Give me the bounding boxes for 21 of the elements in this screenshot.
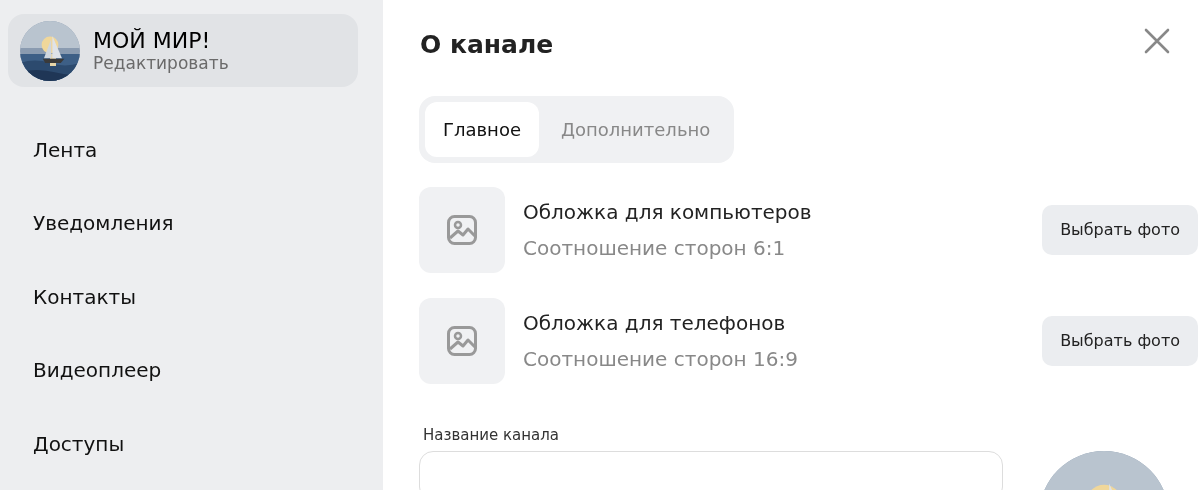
cover-title: Обложка для компьютеров [523,198,812,226]
choose-photo-button[interactable]: Выбрать фото [1042,315,1198,366]
sidebar-item[interactable]: Лента [8,113,358,187]
cover-hint: Соотношение сторон 6:1 [523,234,787,262]
sidebar-item[interactable]: Видеоплеер [8,333,358,407]
close-icon[interactable] [1144,28,1170,54]
profile-name: МОЙ МИР! [93,27,212,53]
choose-photo-button[interactable]: Выбрать фото [1042,204,1198,255]
input-field[interactable] [419,451,1003,490]
image-icon [446,324,478,357]
image-icon [446,213,478,246]
sidebar-item[interactable]: Доступы [8,407,358,481]
tab[interactable]: Главное [425,101,539,157]
sidebar-item[interactable]: Контакты [8,260,358,334]
cover-title: Обложка для телефонов [523,309,787,337]
field-label: Название канала [423,424,561,446]
cover-hint: Соотношение сторон 16:9 [523,345,798,373]
dialog-title: О канале [420,29,554,61]
sidebar-item[interactable]: Уведомления [8,186,358,260]
profile-card[interactable]: МОЙ МИР! Редактировать [8,14,358,87]
edit-link[interactable]: Редактировать [93,52,229,74]
